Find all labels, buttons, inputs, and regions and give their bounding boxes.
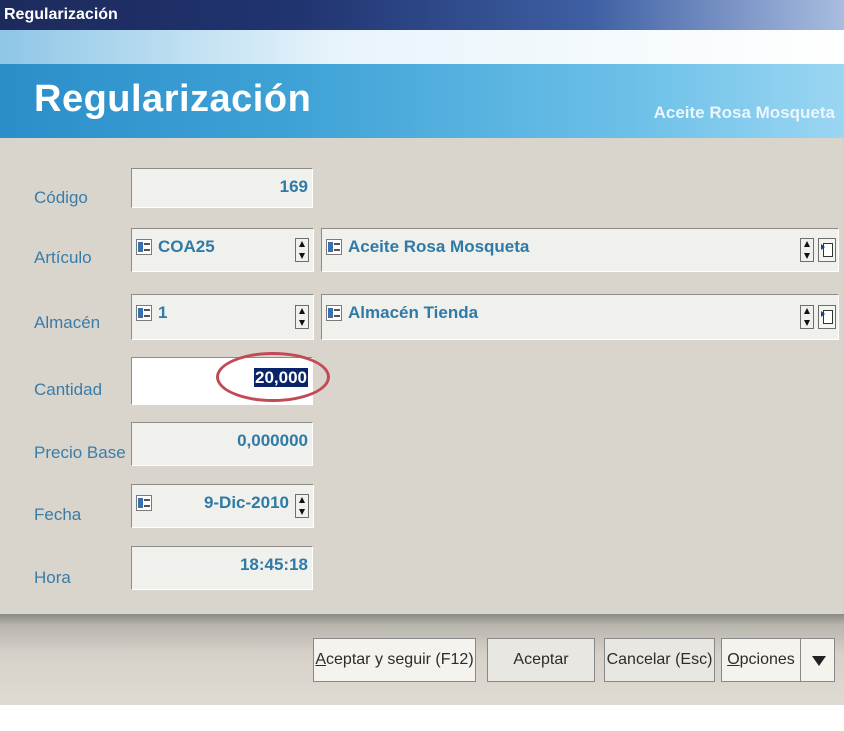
- aceptar-button[interactable]: Aceptar: [487, 638, 595, 682]
- articulo-code-value: COA25: [158, 237, 215, 256]
- window-title: Regularización: [0, 0, 844, 30]
- hora-field[interactable]: 18:45:18: [131, 546, 313, 590]
- spinner-icon[interactable]: [800, 238, 814, 262]
- dropdown-arrow-icon[interactable]: [801, 638, 835, 682]
- almacen-name-field[interactable]: Almacén Tienda: [321, 294, 839, 340]
- picker-icon[interactable]: [326, 239, 342, 255]
- precio-field[interactable]: 0,000000: [131, 422, 313, 466]
- picker-icon[interactable]: [326, 305, 342, 321]
- articulo-name-field[interactable]: Aceite Rosa Mosqueta: [321, 228, 839, 272]
- almacen-code-field[interactable]: 1: [131, 294, 314, 340]
- picker-icon[interactable]: [136, 305, 152, 321]
- articulo-code-field[interactable]: COA25: [131, 228, 314, 272]
- codigo-field[interactable]: 169: [131, 168, 313, 208]
- regularizacion-window: Regularización Regularización Aceite Ros…: [0, 0, 844, 705]
- opciones-button[interactable]: Opciones: [721, 638, 801, 682]
- articulo-name-value: Aceite Rosa Mosqueta: [348, 237, 530, 256]
- codigo-value: 169: [279, 177, 308, 196]
- fecha-field[interactable]: 9-Dic-2010: [131, 484, 314, 528]
- precio-value: 0,000000: [237, 431, 308, 450]
- goto-icon[interactable]: [818, 238, 836, 262]
- cancelar-button[interactable]: Cancelar (Esc): [604, 638, 715, 682]
- codigo-label: Código: [34, 188, 88, 207]
- fecha-value: 9-Dic-2010: [203, 493, 289, 512]
- spinner-icon[interactable]: [295, 494, 309, 518]
- picker-icon[interactable]: [136, 239, 152, 255]
- fecha-label: Fecha: [34, 505, 82, 524]
- hora-label: Hora: [34, 568, 71, 587]
- page-subtitle: Aceite Rosa Mosqueta: [653, 103, 835, 122]
- articulo-label: Artículo: [34, 248, 92, 267]
- goto-icon[interactable]: [818, 305, 836, 329]
- almacen-label: Almacén: [34, 313, 101, 332]
- spinner-icon[interactable]: [800, 305, 814, 329]
- header-band-top: [0, 30, 844, 64]
- calendar-picker-icon[interactable]: [136, 495, 152, 511]
- spinner-icon[interactable]: [295, 305, 309, 329]
- precio-label: Precio Base: [34, 443, 126, 462]
- aceptar-y-seguir-button[interactable]: Aceptar y seguir (F12): [313, 638, 476, 682]
- spinner-icon[interactable]: [295, 238, 309, 262]
- page-title: Regularización: [34, 78, 312, 120]
- almacen-name-value: Almacén Tienda: [348, 303, 479, 322]
- hora-value: 18:45:18: [239, 555, 308, 574]
- highlight-circle: [216, 352, 330, 402]
- cantidad-label: Cantidad: [34, 380, 103, 399]
- almacen-code-value: 1: [158, 303, 168, 322]
